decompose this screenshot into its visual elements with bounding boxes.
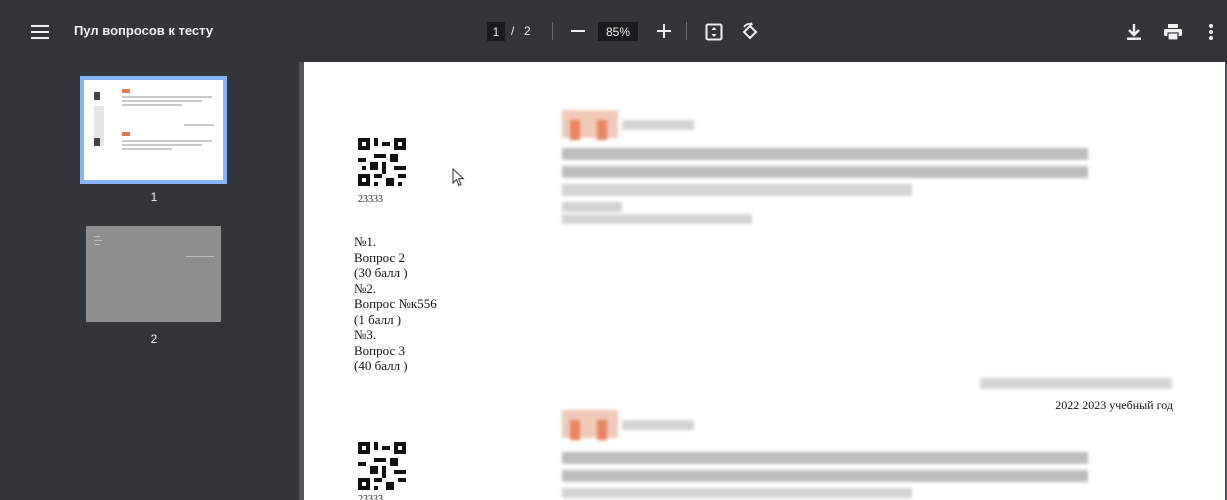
more-options-button[interactable] — [1198, 19, 1224, 45]
blurred-text — [562, 452, 1088, 464]
blurred-text — [622, 420, 694, 430]
qr-code-number: 23333 — [358, 194, 383, 205]
document-title: Пул вопросов к тесту — [74, 23, 214, 38]
zoom-in-icon — [657, 24, 671, 38]
question-number: №2. — [354, 280, 377, 296]
menu-button[interactable] — [26, 19, 54, 45]
qr-code-image — [358, 442, 406, 494]
toolbar-divider — [552, 22, 553, 40]
zoom-out-button[interactable] — [566, 20, 590, 42]
print-button[interactable] — [1160, 19, 1186, 45]
blurred-logo — [570, 120, 580, 140]
zoom-out-icon — [571, 30, 585, 32]
thumbnail-label: 1 — [150, 190, 158, 204]
fit-page-icon — [705, 23, 723, 41]
page-number-input[interactable]: 1 — [487, 22, 505, 41]
zoom-input[interactable]: 85% — [598, 22, 638, 41]
question-number: №3. — [354, 327, 377, 342]
blurred-text — [562, 166, 1088, 178]
blurred-text — [980, 378, 1172, 389]
download-icon — [1127, 24, 1141, 40]
page-total: 2 — [524, 24, 531, 38]
blurred-text — [562, 184, 912, 196]
question-score: (30 балл ) — [354, 265, 408, 280]
qr-code-image — [358, 138, 406, 190]
thumbnail-sidebar: 1 2 — [0, 62, 299, 500]
blurred-logo — [597, 120, 607, 140]
page-separator: / — [511, 24, 515, 38]
blurred-text — [562, 470, 1088, 482]
menu-icon — [31, 25, 49, 39]
fit-page-button[interactable] — [701, 19, 727, 45]
question-list: №1. Вопрос 2 (30 балл ) №2. Вопрос №к556… — [354, 234, 437, 374]
blurred-logo — [597, 420, 607, 440]
blurred-text — [562, 202, 622, 212]
page-thumbnail-1[interactable] — [80, 76, 227, 184]
download-button[interactable] — [1121, 19, 1147, 45]
question-score: (40 балл ) — [354, 358, 408, 373]
pdf-viewer: Пул вопросов к тесту 1 / 2 85% 1 2 23333… — [0, 0, 1227, 500]
mouse-pointer-icon — [452, 168, 465, 187]
rotate-button[interactable] — [737, 19, 763, 45]
question-number: №1. — [354, 234, 377, 249]
pdf-page: 23333 №1. Вопрос 2 (30 балл ) №2. Вопрос… — [304, 62, 1225, 500]
blurred-text — [562, 214, 752, 224]
qr-code-number: 23333 — [358, 494, 383, 500]
blurred-text — [562, 148, 1088, 160]
question-title: Вопрос №к556 — [354, 296, 437, 311]
zoom-in-button[interactable] — [652, 20, 676, 42]
blurred-text — [562, 488, 912, 498]
more-vert-icon — [1209, 24, 1213, 40]
toolbar-divider — [686, 22, 687, 40]
academic-year-label: 2022 2023 учебный год — [1055, 398, 1173, 412]
blurred-logo — [570, 420, 580, 440]
question-title: Вопрос 2 — [354, 249, 405, 265]
toolbar: Пул вопросов к тесту 1 / 2 85% — [0, 0, 1227, 62]
blurred-text — [622, 120, 694, 130]
rotate-icon — [742, 22, 758, 40]
print-icon — [1164, 24, 1182, 40]
page-thumbnail-2[interactable] — [86, 226, 221, 322]
thumbnail-label: 2 — [150, 332, 158, 346]
question-title: Вопрос 3 — [354, 342, 405, 358]
question-score: (1 балл ) — [354, 311, 402, 327]
document-viewport[interactable]: 23333 №1. Вопрос 2 (30 балл ) №2. Вопрос… — [299, 62, 1227, 500]
